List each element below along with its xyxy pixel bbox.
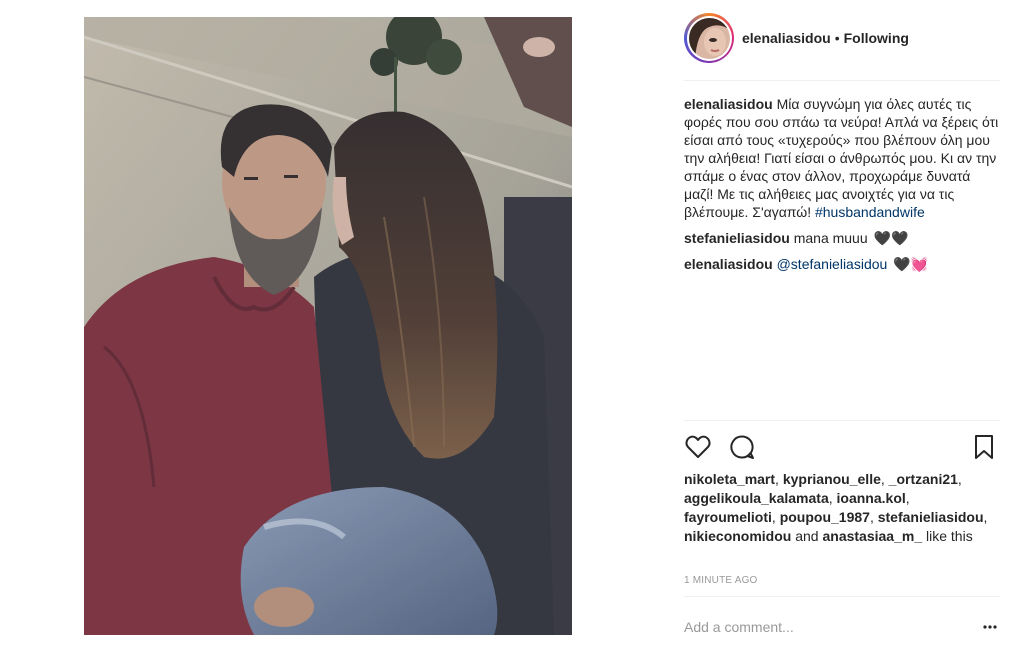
heart-emoji: 🖤🖤 [873, 230, 909, 246]
liker-username[interactable]: aggelikoula_kalamata [684, 490, 829, 506]
comment-username[interactable]: elenaliasidou [684, 96, 773, 112]
post-details-panel: elenaliasidou • Following elenaliasidou Μί… [684, 0, 1000, 651]
comment-username[interactable]: elenaliasidou [684, 256, 773, 272]
comment-input[interactable] [684, 619, 964, 635]
post-timestamp[interactable]: 1 MINUTE AGO [684, 575, 758, 586]
action-bar [684, 432, 1000, 462]
liker-username[interactable]: kyprianou_elle [783, 471, 881, 487]
liker-username[interactable]: nikieconomidou [684, 528, 791, 544]
add-comment-bar [684, 617, 1000, 637]
header-separator: • [834, 30, 840, 46]
heart-emoji: 🖤💓 [893, 256, 929, 272]
follow-status[interactable]: Following [844, 30, 909, 46]
more-options-icon[interactable] [982, 619, 998, 635]
divider [684, 80, 1000, 81]
post-username[interactable]: elenaliasidou [742, 30, 831, 46]
liker-username[interactable]: poupou_1987 [780, 509, 870, 525]
comment-text: mana muuu [793, 230, 868, 246]
liker-username[interactable]: ioanna.kol [837, 490, 906, 506]
comments-list: elenaliasidou Μία συγνώμη για όλες αυτές… [684, 95, 1000, 281]
liker-username[interactable]: anastasiaa_m_ [822, 528, 922, 544]
comment-username[interactable]: stefanieliasidou [684, 230, 790, 246]
likes-suffix: like this [922, 528, 973, 544]
speech-bubble-icon[interactable] [728, 433, 756, 461]
liker-username[interactable]: nikoleta_mart [684, 471, 775, 487]
caption: elenaliasidou Μία συγνώμη για όλες αυτές… [684, 95, 1000, 221]
comment-item: stefanieliasidou mana muuu 🖤🖤 [684, 229, 1000, 247]
post-photo[interactable] [84, 17, 572, 635]
liker-username[interactable]: stefanieliasidou [878, 509, 984, 525]
caption-text: Μία συγνώμη για όλες αυτές τις φορές που… [684, 96, 999, 220]
comment-item: elenaliasidou @stefanieliasidou 🖤💓 [684, 255, 1000, 273]
liker-username[interactable]: _ortzani21 [889, 471, 958, 487]
header-text: elenaliasidou • Following [742, 29, 909, 47]
divider [684, 596, 1000, 597]
post-header: elenaliasidou • Following [684, 12, 1000, 64]
avatar[interactable] [688, 17, 730, 59]
liker-username[interactable]: fayroumelioti [684, 509, 772, 525]
hashtag-link[interactable]: #husbandandwife [815, 204, 925, 220]
story-ring[interactable] [684, 13, 734, 63]
likes-summary: nikoleta_mart, kyprianou_elle, _ortzani2… [684, 471, 988, 544]
mention-link[interactable]: @stefanieliasidou [777, 256, 888, 272]
heart-icon[interactable] [684, 433, 712, 461]
divider [684, 420, 1000, 421]
bookmark-icon[interactable] [970, 433, 998, 461]
